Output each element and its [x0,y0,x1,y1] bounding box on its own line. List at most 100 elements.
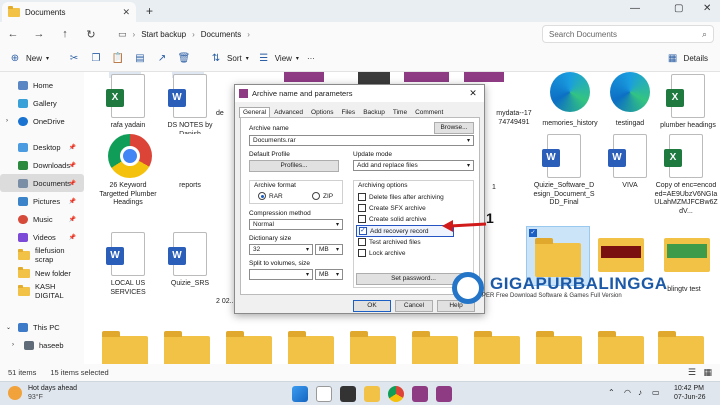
file-item[interactable]: mydata--17 74749491 [484,110,544,127]
folder-icon[interactable] [598,331,644,364]
wifi-icon[interactable]: ◠ [624,388,631,397]
rename-icon[interactable]: ▤ [133,52,147,66]
folder-icon[interactable] [164,331,210,364]
clock-time[interactable]: 10:42 PM [674,385,704,392]
profiles-button[interactable]: Profiles... [249,160,339,172]
ok-button[interactable]: OK [353,300,391,312]
file-explorer-icon[interactable] [364,386,380,402]
checkbox-icon[interactable]: ✓ [529,229,537,237]
folder-icon[interactable] [288,331,334,364]
start-icon[interactable] [292,386,308,402]
sidebar-item-music[interactable]: Music 📌 [0,210,84,228]
sidebar-item-downloads[interactable]: Downloads 📌 [0,156,84,174]
recovery-record-checkbox[interactable]: ✓ Add recovery record [356,225,454,237]
delete-icon[interactable]: 🗑 [177,52,191,66]
tab-documents[interactable]: Documents ✕ [2,2,136,22]
minimize-icon[interactable]: — [630,3,640,14]
folder-icon[interactable] [350,331,396,364]
format-rar-radio[interactable]: RAR [258,192,283,200]
folder-icon[interactable] [102,331,148,364]
sidebar-item-home[interactable]: Home [0,76,84,94]
file-item[interactable]: W Quizie_Software_Design_Document_SDD_Fi… [532,134,596,208]
winrar-icon[interactable] [412,386,428,402]
sidebar-item-gallery[interactable]: Gallery [0,94,84,112]
file-item[interactable]: W LOCAL US SERVICES [98,232,158,297]
back-icon[interactable]: ← [0,28,26,40]
sidebar-item-kash-digital[interactable]: KASH DIGITAL [0,282,84,300]
archive-name-input[interactable]: Documents.rar ▾ [249,135,474,146]
copy-icon[interactable]: ❐ [89,52,103,66]
sidebar-item-documents[interactable]: Documents 📌 [0,174,84,192]
address-bar[interactable]: ▭ › Start backup › Documents › [112,25,526,43]
grid-view-icon[interactable]: ▦ [703,367,712,378]
delete-files-checkbox[interactable]: Delete files after archiving [358,193,444,201]
search-input[interactable]: Search Documents ⌕ [542,25,714,43]
test-archived-checkbox[interactable]: Test archived files [358,238,421,246]
file-item[interactable]: X rafa yadain [98,74,158,131]
dictionary-unit-select[interactable]: MB ▾ [315,244,343,255]
breadcrumb-documents[interactable]: Documents [201,30,241,39]
paste-icon[interactable]: 📋 [111,52,125,66]
sidebar-item-pictures[interactable]: Pictures 📌 [0,192,84,210]
browse-button[interactable]: Browse... [434,122,474,134]
breadcrumb-start-backup[interactable]: Start backup [141,30,186,39]
sidebar-item-haseeb[interactable]: › haseeb [0,336,84,354]
file-item[interactable]: memories_history [540,72,600,129]
folder-icon[interactable] [536,331,582,364]
sidebar-item-new-folder[interactable]: New folder [0,264,84,282]
file-item[interactable]: X plumber headings [658,74,718,131]
search-icon[interactable] [316,386,332,402]
share-icon[interactable]: ↗ [155,52,169,66]
details-button[interactable]: ▦ Details [666,52,708,66]
file-item[interactable]: testingad [600,72,660,129]
close-window-icon[interactable]: ✕ [703,3,711,14]
sidebar-item-filefusion[interactable]: filefusion scrap [0,246,84,264]
update-mode-select[interactable]: Add and replace files ▾ [353,160,474,171]
file-item[interactable]: X Copy of enc=encoded=AE9UbzV6NGIaULahMZ… [654,134,718,216]
folder-icon[interactable] [226,331,272,364]
lock-archive-checkbox[interactable]: Lock archive [358,249,406,257]
chevron-right-icon: › [12,342,14,348]
file-item[interactable]: de [216,110,236,119]
sidebar-item-desktop[interactable]: Desktop 📌 [0,138,84,156]
file-item[interactable]: 26 Keyword Targetted Plumber Headings [98,134,158,208]
file-item[interactable]: reports [160,134,220,191]
tray-chevron-icon[interactable]: ⌃ [608,388,615,397]
folder-icon[interactable] [412,331,458,364]
winrar-icon[interactable] [436,386,452,402]
new-tab-button[interactable]: + [146,4,153,18]
format-zip-radio[interactable]: ZIP [312,192,333,200]
sort-button[interactable]: ⇅ Sort ▾ [209,52,249,66]
sidebar-item-onedrive[interactable]: › OneDrive [0,112,84,130]
refresh-icon[interactable]: ↻ [78,28,104,41]
chrome-icon[interactable] [388,386,404,402]
new-button[interactable]: ⊕ New ▾ [8,52,49,66]
file-item[interactable]: W Quizie_SRS [160,232,220,289]
maximize-icon[interactable]: ▢ [674,3,683,14]
compression-method-select[interactable]: Normal ▾ [249,219,343,230]
task-view-icon[interactable] [340,386,356,402]
dialog-close-icon[interactable]: ✕ [462,88,484,99]
dictionary-size-select[interactable]: 32 ▾ [249,244,313,255]
file-item[interactable]: W VIVA [600,134,660,191]
up-icon[interactable]: ↑ [52,28,78,40]
weather-title[interactable]: Hot days ahead [28,385,77,392]
create-solid-checkbox[interactable]: Create solid archive [358,215,426,223]
close-tab-icon[interactable]: ✕ [122,7,130,18]
volume-icon[interactable]: ♪ [638,388,642,397]
view-button[interactable]: ☰ View ▾ [257,52,299,66]
split-unit-select[interactable]: MB ▾ [315,269,343,280]
cancel-button[interactable]: Cancel [395,300,433,312]
folder-icon[interactable] [658,331,704,364]
sidebar-item-videos[interactable]: Videos 📌 [0,228,84,246]
create-sfx-checkbox[interactable]: Create SFX archive [358,204,426,212]
split-size-input[interactable]: ▾ [249,269,313,280]
battery-icon[interactable]: ▭ [652,388,660,397]
sidebar-item-this-pc[interactable]: ⌄ This PC [0,318,84,336]
cut-icon[interactable]: ✂ [67,52,81,66]
folder-icon[interactable] [474,331,520,364]
file-item[interactable]: W DS NOTES by Danish [160,74,220,139]
forward-icon[interactable]: → [26,28,52,40]
list-view-icon[interactable]: ☰ [688,367,696,378]
more-button[interactable]: ··· [307,54,315,63]
